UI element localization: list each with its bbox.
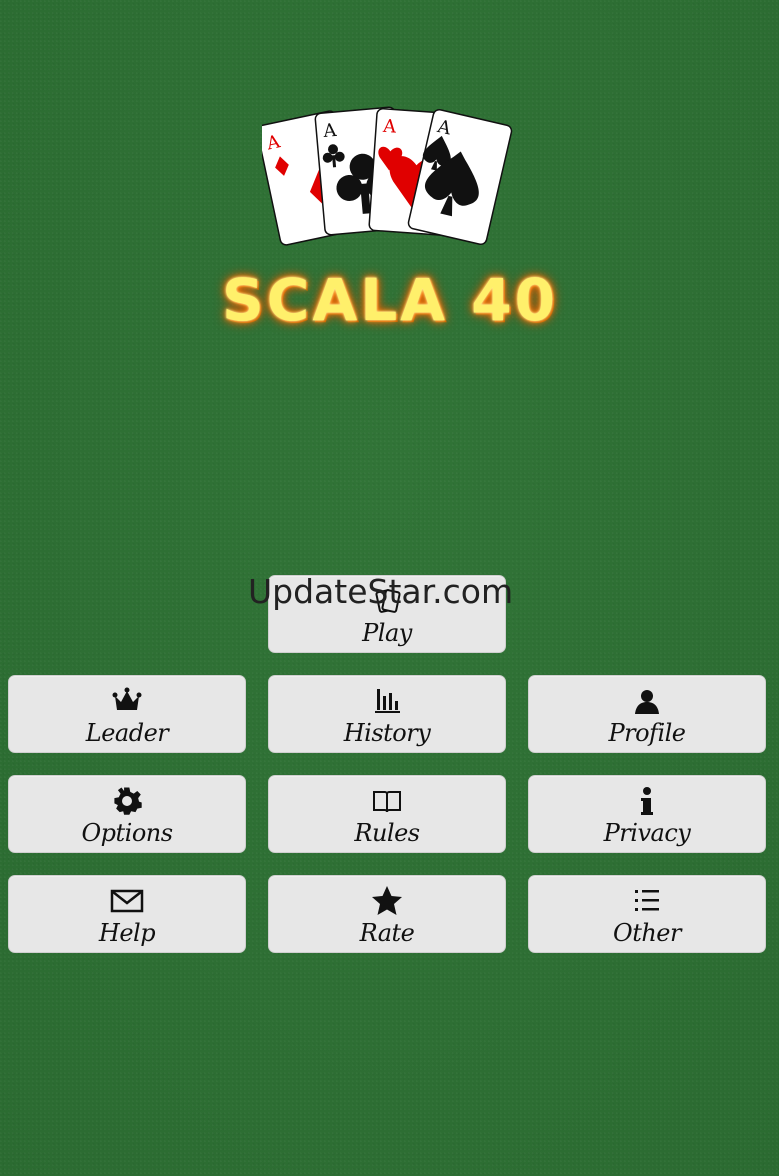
game-title: SCALA 40	[222, 266, 558, 334]
watermark-text: UpdateStar.com	[248, 572, 514, 611]
history-button[interactable]: History	[268, 675, 506, 753]
envelope-icon	[110, 884, 144, 918]
history-label: History	[343, 719, 431, 747]
help-label: Help	[98, 919, 156, 947]
leader-button[interactable]: Leader	[8, 675, 246, 753]
leader-label: Leader	[85, 719, 169, 747]
profile-label: Profile	[608, 719, 686, 747]
rules-label: Rules	[354, 819, 420, 847]
privacy-button[interactable]: Privacy	[528, 775, 766, 853]
list-icon	[630, 884, 664, 918]
book-icon	[370, 784, 404, 818]
aces-cards-illustration: A A A A	[262, 106, 513, 246]
user-icon	[630, 684, 664, 718]
rate-label: Rate	[359, 919, 415, 947]
rules-button[interactable]: Rules	[268, 775, 506, 853]
info-icon	[630, 784, 664, 818]
gear-icon	[110, 784, 144, 818]
profile-button[interactable]: Profile	[528, 675, 766, 753]
other-label: Other	[613, 919, 681, 947]
other-button[interactable]: Other	[528, 875, 766, 953]
help-button[interactable]: Help	[8, 875, 246, 953]
options-label: Options	[81, 819, 173, 847]
crown-icon	[110, 684, 144, 718]
play-label: Play	[362, 619, 412, 647]
privacy-label: Privacy	[603, 819, 691, 847]
cards-logo: A A A A	[262, 104, 517, 249]
svg-text:A: A	[381, 116, 397, 138]
options-button[interactable]: Options	[8, 775, 246, 853]
rate-button[interactable]: Rate	[268, 875, 506, 953]
star-icon	[370, 884, 404, 918]
bar-chart-icon	[370, 684, 404, 718]
